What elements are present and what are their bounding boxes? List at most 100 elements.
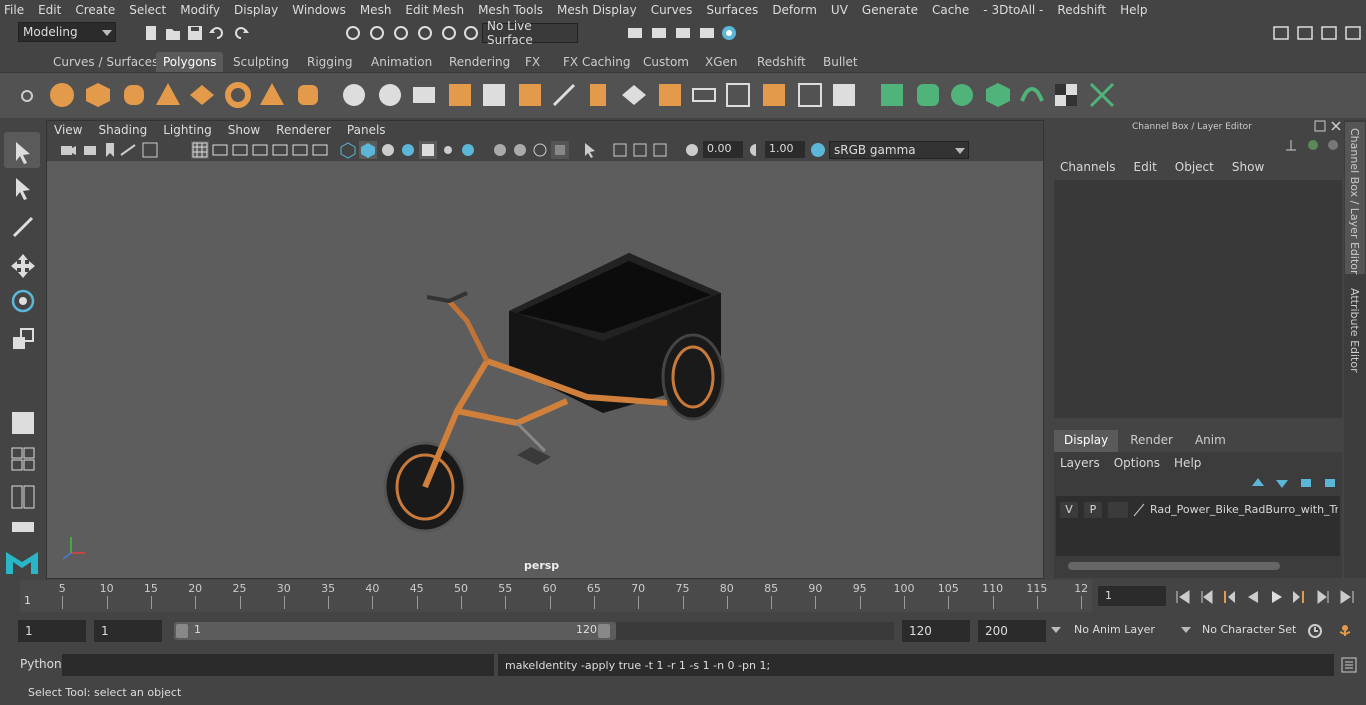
layer-color-icon[interactable] — [1132, 502, 1146, 518]
snap-live-icon[interactable] — [462, 24, 480, 42]
menu-modify[interactable]: Modify — [180, 3, 220, 17]
move-layer-down-icon[interactable] — [1274, 476, 1290, 490]
layer-visibility-toggle[interactable]: V — [1060, 502, 1078, 518]
shelf-tab-rendering[interactable]: Rendering — [442, 52, 517, 72]
xray-icon[interactable] — [611, 141, 629, 159]
command-input[interactable] — [62, 654, 494, 676]
channel-box-menu-channels[interactable]: Channels — [1060, 160, 1116, 174]
menu-edit-mesh[interactable]: Edit Mesh — [405, 3, 464, 17]
image-plane-icon[interactable] — [119, 141, 137, 159]
cylindrical-uv-icon[interactable] — [914, 81, 942, 109]
checker-icon[interactable] — [1052, 81, 1080, 109]
menu-cache[interactable]: Cache — [932, 3, 969, 17]
mirror-icon[interactable] — [410, 81, 438, 109]
shelf-settings-icon[interactable] — [18, 87, 36, 105]
time-ruler[interactable]: 5 10 15 20 25 30 35 40 45 50 55 60 65 70 75 80 85 90 95 100… — [20, 580, 1092, 612]
new-layer-icon[interactable] — [1298, 476, 1314, 490]
slide-edge-icon[interactable] — [760, 81, 788, 109]
menu-help[interactable]: Help — [1120, 3, 1147, 17]
shelf-tab-rigging[interactable]: Rigging — [300, 52, 359, 72]
bevel-icon[interactable] — [584, 81, 612, 109]
status-dot-icon[interactable] — [1306, 138, 1320, 152]
layout-stack-icon[interactable] — [10, 520, 36, 534]
channel-box-menu-show[interactable]: Show — [1232, 160, 1264, 174]
auto-uv-icon[interactable] — [984, 81, 1012, 109]
menu-file[interactable]: File — [4, 3, 24, 17]
render-view-icon[interactable] — [626, 24, 644, 42]
3d-view[interactable]: persp — [47, 161, 1043, 578]
layer-menu-options[interactable]: Options — [1114, 456, 1160, 470]
shelf-tab-sculpting[interactable]: Sculpting — [226, 52, 296, 72]
shelf-tab-polygons[interactable]: Polygons — [156, 52, 224, 72]
layout-uv-icon[interactable] — [1088, 81, 1116, 109]
start-time-field[interactable]: 1 — [18, 620, 86, 642]
paint-select-icon[interactable] — [10, 214, 36, 240]
range-slider[interactable]: 1 120 — [174, 622, 616, 640]
spherical-uv-icon[interactable] — [948, 81, 976, 109]
shelf-tab-fx[interactable]: FX — [518, 52, 547, 72]
viewport-menu-show[interactable]: Show — [228, 123, 260, 137]
viewport-menu-view[interactable]: View — [54, 123, 82, 137]
smooth-shade-icon[interactable] — [359, 141, 377, 159]
color-space-dropdown[interactable]: sRGB gamma — [829, 141, 969, 159]
shelf-tab-bullet[interactable]: Bullet — [816, 52, 865, 72]
layer-playback-toggle[interactable]: P — [1084, 502, 1102, 518]
layer-menu-help[interactable]: Help — [1174, 456, 1201, 470]
poly-torus-icon[interactable] — [224, 81, 252, 109]
menu-mesh[interactable]: Mesh — [360, 3, 392, 17]
menu-create[interactable]: Create — [75, 3, 115, 17]
layer-menu-layers[interactable]: Layers — [1060, 456, 1100, 470]
menu-windows[interactable]: Windows — [292, 3, 346, 17]
anti-aliasing-icon[interactable] — [531, 141, 549, 159]
attribute-editor-toggle-icon[interactable] — [1320, 24, 1338, 42]
channel-box-menu-edit[interactable]: Edit — [1134, 160, 1157, 174]
menu-surfaces[interactable]: Surfaces — [706, 3, 758, 17]
layer-tab-display[interactable]: Display — [1054, 430, 1119, 452]
poly-cone-icon[interactable] — [154, 81, 182, 109]
default-material-icon[interactable] — [379, 141, 397, 159]
menu-edit[interactable]: Edit — [38, 3, 61, 17]
layout-two-icon[interactable] — [10, 484, 36, 510]
shelf-tab-custom[interactable]: Custom — [636, 52, 696, 72]
ipr-render-icon[interactable] — [674, 24, 692, 42]
tab-attribute-editor[interactable]: Attribute Editor — [1348, 288, 1361, 373]
float-panel-icon[interactable] — [1314, 120, 1326, 132]
exposure-field[interactable]: 0.00 — [703, 141, 743, 158]
isolate-select-icon[interactable] — [581, 141, 599, 159]
new-layer-selected-icon[interactable] — [1322, 476, 1338, 490]
snap-grid-icon[interactable] — [344, 24, 362, 42]
menu-uv[interactable]: UV — [831, 3, 848, 17]
step-back-icon[interactable] — [1198, 588, 1216, 606]
multi-cut-icon[interactable] — [550, 81, 578, 109]
step-forward-key-icon[interactable] — [1290, 588, 1308, 606]
uv-editor-icon[interactable] — [830, 81, 858, 109]
poly-plane-icon[interactable] — [188, 81, 216, 109]
viewport-menu-lighting[interactable]: Lighting — [163, 123, 212, 137]
snap-curve-icon[interactable] — [368, 24, 386, 42]
camera-icon[interactable] — [59, 141, 77, 159]
hypershade-icon[interactable] — [720, 24, 738, 42]
poly-cube-icon[interactable] — [84, 81, 112, 109]
menu-redshift[interactable]: Redshift — [1057, 3, 1106, 17]
menu-deform[interactable]: Deform — [772, 3, 817, 17]
camera-attributes-icon[interactable] — [81, 141, 99, 159]
current-frame-field[interactable]: 1 — [1098, 586, 1166, 606]
script-editor-icon[interactable] — [1340, 656, 1358, 674]
poly-pyramid-icon[interactable] — [258, 81, 286, 109]
menu-select[interactable]: Select — [129, 3, 166, 17]
safe-title-icon[interactable] — [311, 141, 329, 159]
extrude-icon[interactable] — [480, 81, 508, 109]
play-backward-icon[interactable] — [1244, 588, 1262, 606]
textured-icon[interactable] — [399, 141, 417, 159]
lasso-tool-icon[interactable] — [10, 176, 36, 202]
snap-point-icon[interactable] — [392, 24, 410, 42]
scale-tool-icon[interactable] — [10, 326, 36, 352]
bookmark-icon[interactable] — [101, 141, 119, 159]
grid-toggle-icon[interactable] — [141, 141, 159, 159]
gamma-field[interactable]: 1.00 — [765, 141, 805, 158]
layer-name[interactable]: Rad_Power_Bike_RadBurro_with_Truck — [1150, 503, 1338, 516]
safe-action-icon[interactable] — [291, 141, 309, 159]
channel-box-toggle-icon[interactable] — [1296, 24, 1314, 42]
save-scene-icon[interactable] — [186, 24, 204, 42]
gate-mask-icon[interactable] — [251, 141, 269, 159]
